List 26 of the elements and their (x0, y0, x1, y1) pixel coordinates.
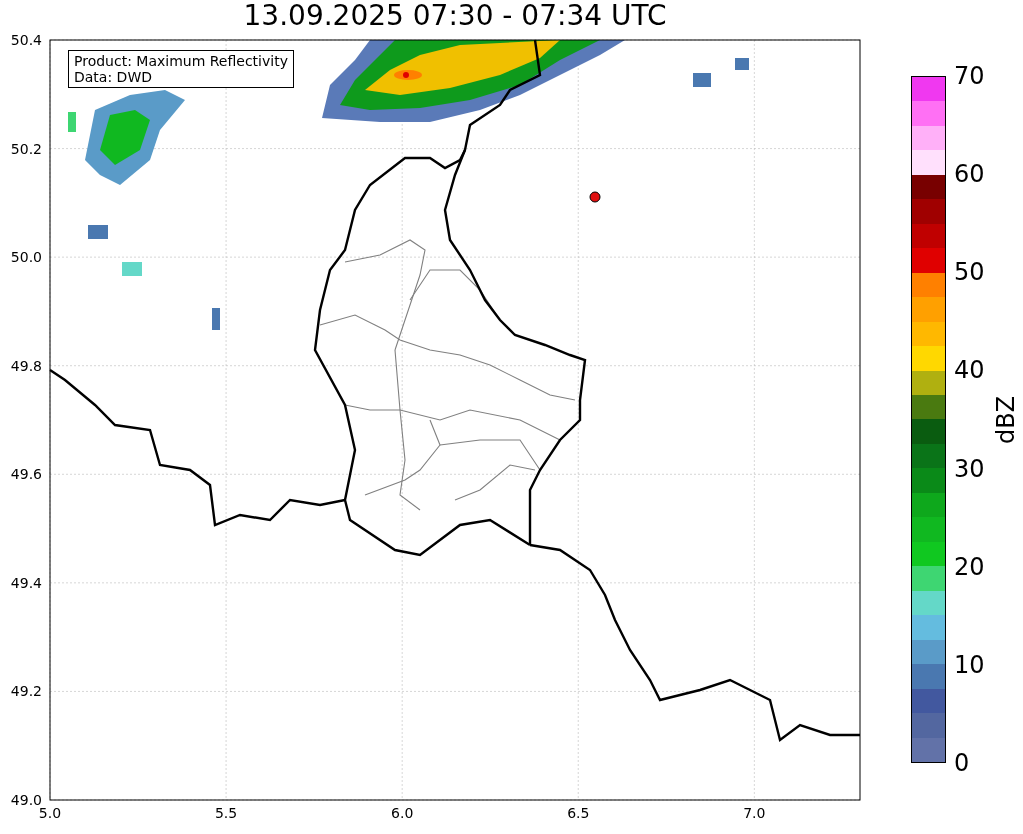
axis-tick-label: 5.0 (38, 805, 62, 821)
axis-tick-label: 49.2 (10, 683, 42, 700)
colorbar-tick-label: 20 (954, 554, 985, 579)
axis-tick-label: 49.8 (10, 357, 42, 374)
axis-tick-label: 49.0 (10, 792, 42, 808)
chart-title: 13.09.2025 07:30 - 07:34 UTC (242, 0, 668, 30)
info-text: Product: Maximum Reflectivity (74, 53, 288, 69)
location-marker (589, 191, 601, 203)
colorbar-tick-label: 10 (954, 652, 985, 677)
axis-tick-label: 50.0 (10, 249, 42, 266)
axis-tick-label: 49.6 (10, 466, 42, 483)
axis-tick-label: 6.5 (567, 805, 590, 821)
colorbar-tick-label: 50 (954, 260, 985, 285)
axis-tick-label: 50.2 (10, 140, 42, 157)
axis-tick-label: 49.4 (10, 574, 42, 591)
colorbar-tick-label: 60 (954, 162, 985, 187)
axis-tick-label: 6.0 (391, 805, 414, 821)
info-text: Data: DWD (74, 69, 153, 85)
colorbar-tick-label: 0 (954, 751, 970, 775)
axis-tick-label: 50.4 (10, 32, 42, 48)
axis-tick-label: 7.0 (743, 805, 766, 821)
colorbar-tick-label: 70 (954, 64, 985, 88)
colorbar-tick-label: 30 (954, 456, 985, 481)
axis-tick-label: 5.5 (214, 805, 238, 821)
colorbar-label: dBZ (992, 395, 1020, 444)
colorbar-tick-label: 40 (954, 358, 985, 383)
